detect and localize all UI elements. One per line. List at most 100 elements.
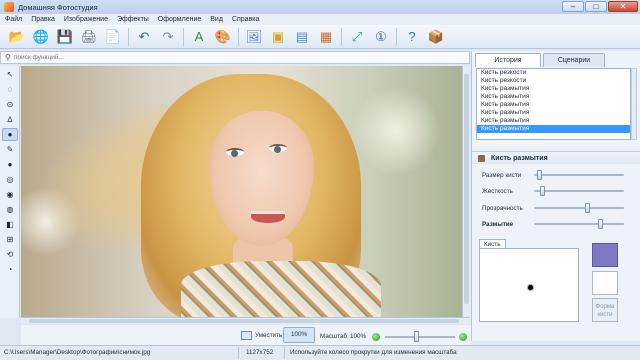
horizontal-scrollbar[interactable]: [21, 317, 470, 324]
effects-ball-icon[interactable]: 🌐: [32, 28, 50, 46]
tool-properties-header: Кисть размытия: [472, 151, 640, 164]
history-item[interactable]: Кисть размытия: [477, 101, 630, 109]
zoom-slider-track[interactable]: [385, 336, 455, 338]
menu-image[interactable]: Изображение: [64, 16, 108, 23]
toolbar-separator: [128, 27, 129, 46]
property-slider-thumb[interactable]: [539, 186, 545, 196]
box-icon[interactable]: 📦: [427, 28, 445, 46]
crop-icon[interactable]: ◔: [2, 263, 18, 276]
redeye-icon[interactable]: ◍: [2, 203, 18, 216]
main-toolbar: 📂 🌐 💾 🖨 📄 ↶ ↷ A 🎨 🖼 ▣ ▤ ▦ ⤢ ①? 📦: [0, 25, 640, 49]
photo-icon[interactable]: ▣: [269, 28, 287, 46]
actual-size-icon[interactable]: ①: [372, 28, 390, 46]
menu-view[interactable]: Вид: [210, 16, 223, 23]
palette-icon[interactable]: 🎨: [214, 28, 232, 46]
menu-design[interactable]: Оформление: [158, 16, 201, 23]
search-bar: ⚲: [0, 51, 470, 64]
help-icon[interactable]: ?: [403, 28, 421, 46]
brush-shape-button[interactable]: Форма кисти: [592, 298, 618, 322]
history-item[interactable]: Кисть размытия: [477, 93, 630, 101]
menu-help[interactable]: Справка: [232, 16, 259, 23]
grid-icon[interactable]: ⊞: [2, 233, 18, 246]
history-item[interactable]: Кисть резкости: [477, 77, 630, 85]
zoom-icon[interactable]: ⊙: [2, 98, 18, 111]
maximize-button[interactable]: □: [585, 1, 607, 12]
blur-brush-icon[interactable]: ●: [2, 128, 18, 141]
sponge-icon[interactable]: ◉: [2, 188, 18, 201]
actual-size-button[interactable]: 100%: [283, 327, 315, 343]
photo-scarf: [181, 261, 381, 317]
search-input[interactable]: [13, 54, 214, 61]
frame-icon[interactable]: 🖼: [245, 28, 263, 46]
pencil-icon[interactable]: ✎: [2, 143, 18, 156]
brush-icon: [478, 154, 485, 162]
save-icon[interactable]: 💾: [56, 28, 74, 46]
tool-title: Кисть размытия: [491, 154, 548, 162]
toolbar-separator: [396, 27, 397, 46]
history-item[interactable]: Кисть резкости: [477, 69, 630, 77]
status-bar: C:\Users\Manager\Desktop\Фотографии\сним…: [0, 345, 640, 360]
search-icon: ⚲: [5, 53, 11, 62]
property-row: Размытие: [482, 219, 632, 229]
image-canvas[interactable]: [21, 66, 462, 317]
vertical-scroll-thumb[interactable]: [464, 74, 469, 304]
photo-eye-right: [269, 144, 287, 153]
fit-icon[interactable]: ⤢: [348, 28, 366, 46]
property-slider[interactable]: [534, 203, 624, 213]
fit-label: Уместить: [255, 332, 283, 339]
print-icon[interactable]: 🖨: [80, 28, 98, 46]
menu-file[interactable]: Файл: [5, 16, 22, 23]
rotate-icon[interactable]: ⟲: [2, 248, 18, 261]
pointer-icon[interactable]: ↖: [2, 68, 18, 81]
calendar-icon[interactable]: ▦: [317, 28, 335, 46]
status-divider: [284, 347, 285, 359]
history-item[interactable]: Кисть размытия: [477, 125, 630, 133]
lasso-icon[interactable]: ◌: [2, 83, 18, 96]
property-slider-thumb[interactable]: [585, 203, 590, 213]
history-scrollbar[interactable]: [631, 68, 637, 140]
window-title: Домашняя Фотостудия: [18, 2, 98, 12]
burn-icon[interactable]: ◎: [2, 173, 18, 186]
history-item[interactable]: Кисть размытия: [477, 117, 630, 125]
brush-preview: [479, 248, 579, 322]
minimize-button[interactable]: –: [562, 1, 584, 12]
copy-icon[interactable]: 📄: [104, 28, 122, 46]
color-swatch[interactable]: [592, 243, 618, 267]
zoom-slider-thumb[interactable]: [414, 331, 420, 342]
sharpen-icon[interactable]: ∆: [2, 113, 18, 126]
property-label: Размер кисти: [482, 172, 522, 179]
secondary-swatch[interactable]: [592, 271, 618, 295]
right-panel: История действий Сценарии Кисть резкости…: [471, 51, 640, 341]
vertical-scrollbar[interactable]: [462, 66, 470, 317]
clone-icon[interactable]: ◧: [2, 218, 18, 231]
zoom-in-icon[interactable]: [459, 333, 467, 341]
status-divider: [238, 347, 239, 359]
dodge-icon[interactable]: ●: [2, 158, 18, 171]
zoom-out-icon[interactable]: [372, 333, 380, 341]
open-folder-icon[interactable]: 📂: [8, 28, 26, 46]
menu-effects[interactable]: Эффекты: [117, 16, 149, 23]
history-item[interactable]: Кисть размытия: [477, 85, 630, 93]
window-controls: – □ ✕: [562, 1, 638, 12]
tab-scenarios[interactable]: Сценарии: [543, 53, 605, 67]
fit-screen-icon: [241, 331, 252, 340]
property-slider[interactable]: [534, 219, 624, 229]
history-item[interactable]: Кисть размытия: [477, 109, 630, 117]
collage-icon[interactable]: ▤: [293, 28, 311, 46]
property-slider[interactable]: [534, 186, 624, 196]
undo-icon[interactable]: ↶: [135, 28, 153, 46]
brush-dot: [528, 285, 533, 290]
property-slider[interactable]: [534, 170, 624, 180]
menu-edit[interactable]: Правка: [31, 16, 55, 23]
scale-label: Масштаб:: [320, 333, 349, 340]
property-slider-thumb[interactable]: [597, 219, 603, 229]
tab-history[interactable]: История действий: [475, 53, 541, 77]
property-slider-thumb[interactable]: [536, 170, 542, 180]
horizontal-scroll-thumb[interactable]: [29, 319, 459, 323]
text-icon[interactable]: A: [190, 28, 208, 46]
redo-icon[interactable]: ↷: [159, 28, 177, 46]
toolbar-separator: [341, 27, 342, 46]
close-button[interactable]: ✕: [608, 1, 638, 12]
fit-button[interactable]: Уместить: [241, 329, 282, 342]
title-bar: Домашняя Фотостудия – □ ✕: [0, 0, 640, 14]
